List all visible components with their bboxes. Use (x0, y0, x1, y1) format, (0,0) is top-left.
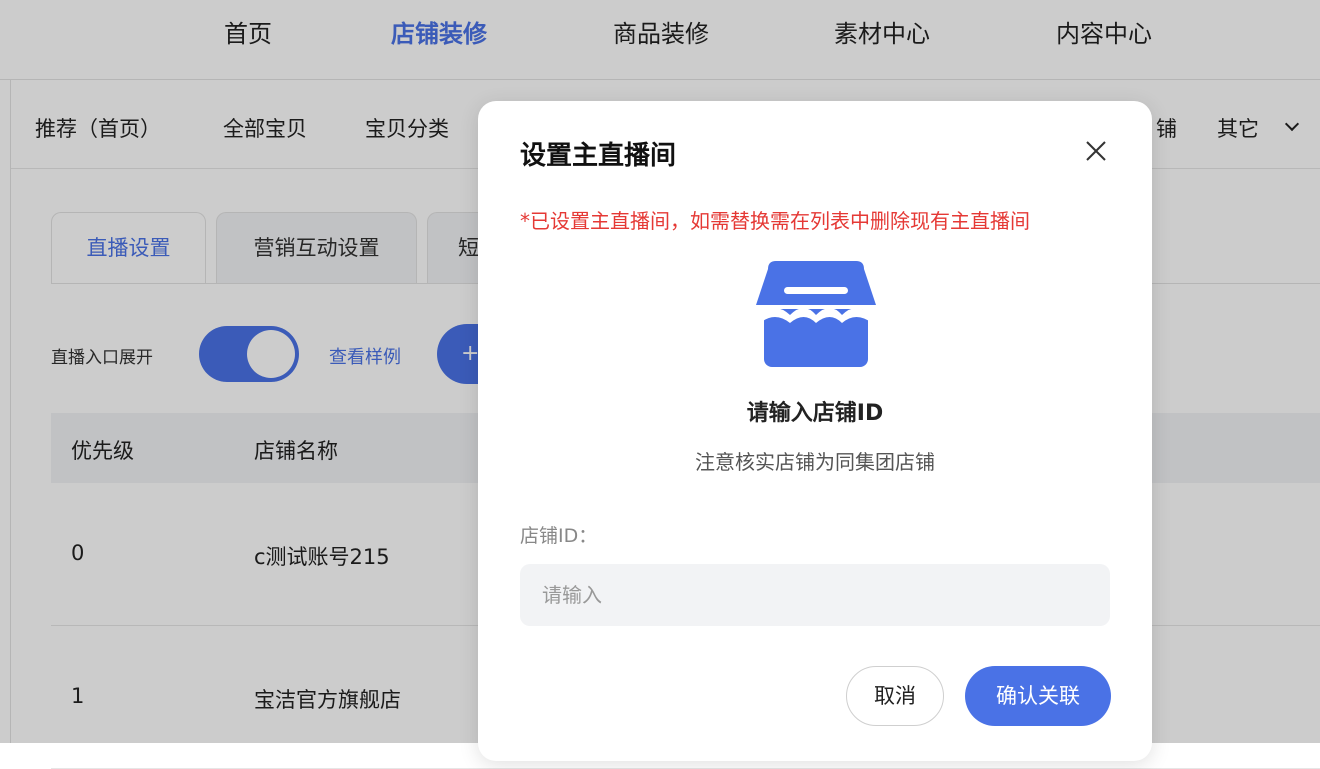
shop-icon (756, 261, 876, 367)
dialog-heading: 请输入店铺ID (746, 401, 884, 426)
warning-message: *已设置主直播间，如需替换需在列表中删除现有主直播间 (520, 209, 1030, 233)
dialog-note: 注意核实店铺为同集团店铺 (695, 450, 935, 474)
cancel-button[interactable]: 取消 (846, 666, 944, 726)
dialog-title: 设置主直播间 (520, 141, 677, 171)
set-main-live-room-dialog: 设置主直播间 *已设置主直播间，如需替换需在列表中删除现有主直播间 请输入店铺I… (478, 101, 1152, 761)
shop-id-label: 店铺ID： (520, 525, 598, 547)
close-icon[interactable] (1082, 137, 1110, 165)
shop-id-input[interactable] (520, 564, 1110, 626)
confirm-link-button[interactable]: 确认关联 (965, 666, 1111, 726)
